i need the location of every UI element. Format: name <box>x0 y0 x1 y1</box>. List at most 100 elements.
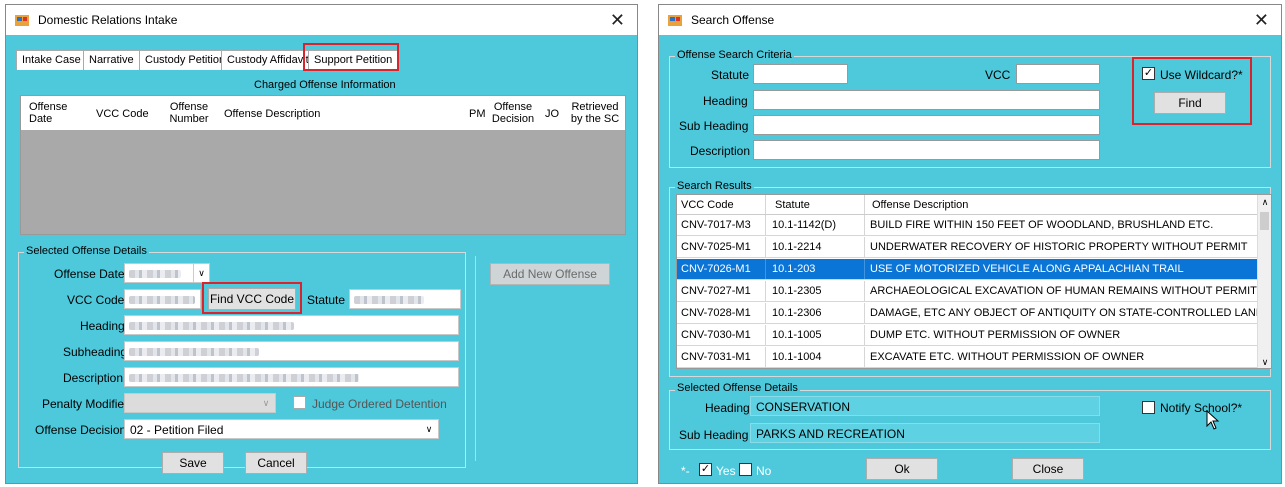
results-body: CNV-7017-M3 10.1-1142(D) BUILD FIRE WITHIN… <box>677 215 1264 368</box>
use-wildcard-checkbox[interactable]: ✓ <box>1142 67 1155 80</box>
find-button[interactable]: Find <box>1154 92 1226 114</box>
cell-vcc-code: CNV-7025-M1 <box>681 241 751 253</box>
col-pm[interactable]: PM <box>469 108 486 120</box>
statute-input[interactable] <box>753 64 848 84</box>
app-icon <box>14 12 30 28</box>
vcc-input[interactable] <box>1016 64 1100 84</box>
cell-offense-description: BUILD FIRE WITHIN 150 FEET OF WOODLAND, … <box>870 219 1214 231</box>
statute-label: Statute <box>307 293 346 307</box>
selected-heading-label: Heading <box>705 401 750 415</box>
offense-decision-select[interactable]: 02 - Petition Filed ∨ <box>124 419 439 439</box>
offense-date-picker[interactable]: ∨ <box>124 263 210 283</box>
description-input[interactable] <box>753 140 1100 160</box>
col-offense-date[interactable]: Offense Date <box>29 101 69 125</box>
results-scrollbar[interactable]: ∧ ∨ <box>1257 195 1271 368</box>
window-title: Search Offense <box>691 13 775 27</box>
cell-statute: 10.1-1004 <box>772 351 822 363</box>
notify-school-label: Notify School?* <box>1160 401 1243 415</box>
table-row[interactable]: CNV-7017-M3 10.1-1142(D) BUILD FIRE WITHIN… <box>677 215 1259 236</box>
cell-offense-description: DAMAGE, ETC ANY OBJECT OF ANTIQUITY ON S… <box>870 307 1264 319</box>
tab-custody-affidavit[interactable]: Custody Affidavit <box>221 50 315 70</box>
table-row[interactable]: CNV-7026-M1 10.1-203 USE OF MOTORIZED VEHI… <box>677 259 1259 280</box>
table-row[interactable]: CNV-7028-M1 10.1-2306 DAMAGE, ETC ANY OBJE… <box>677 303 1264 324</box>
table-row[interactable]: CNV-7027-M1 10.1-2305 ARCHAEOLOGICAL EXCAV… <box>677 281 1259 302</box>
legend-no-checkbox <box>739 463 752 476</box>
close-icon[interactable]: ✕ <box>1254 10 1269 31</box>
ok-button[interactable]: Ok <box>866 458 938 480</box>
close-button[interactable]: Close <box>1012 458 1084 480</box>
table-row[interactable]: CNV-7030-M1 10.1-1005 DUMP ETC. WITHOUT PE… <box>677 325 1259 346</box>
vcc-code-field[interactable] <box>124 289 201 309</box>
save-button[interactable]: Save <box>162 452 224 474</box>
scroll-up-icon[interactable]: ∧ <box>1258 197 1271 208</box>
description-label: Description <box>690 144 751 158</box>
cell-vcc-code: CNV-7027-M1 <box>681 285 751 297</box>
chevron-down-icon: ∨ <box>425 424 433 434</box>
grid-header: Offense Date VCC Code Offense Number Off… <box>21 96 625 130</box>
sub-heading-label: Sub Heading <box>679 119 749 133</box>
window-title: Domestic Relations Intake <box>38 13 178 27</box>
grid-title: Charged Offense Information <box>254 79 396 91</box>
domestic-relations-intake-window: Domestic Relations Intake ✕ Intake Case … <box>5 4 638 484</box>
penalty-modifier-label: Penalty Modifier <box>42 397 129 411</box>
statute-field[interactable] <box>349 289 461 309</box>
cell-offense-description: USE OF MOTORIZED VEHICLE ALONG APPALACHI… <box>870 263 1184 275</box>
close-icon[interactable]: ✕ <box>610 10 625 31</box>
offense-decision-value: 02 - Petition Filed <box>130 423 224 437</box>
col-offense-number[interactable]: Offense Number <box>168 101 210 125</box>
charged-offense-grid[interactable]: Offense Date VCC Code Offense Number Off… <box>20 95 626 235</box>
results-header: VCC Code Statute Offense Description <box>677 195 1259 215</box>
col-retrieved-by-sc[interactable]: Retrieved by the SC <box>567 101 623 125</box>
app-icon <box>667 12 683 28</box>
legend-yes-label: Yes <box>716 464 736 478</box>
subheading-field[interactable] <box>124 341 459 361</box>
scroll-thumb[interactable] <box>1260 212 1269 230</box>
offense-search-criteria-label: Offense Search Criteria <box>675 49 794 61</box>
sub-heading-input[interactable] <box>753 115 1100 135</box>
support-petition-highlight <box>303 43 399 71</box>
vcc-code-label: VCC Code <box>67 293 125 307</box>
cell-statute: 10.1-1142(D) <box>772 219 836 231</box>
use-wildcard-label: Use Wildcard?* <box>1160 68 1243 82</box>
selected-offense-details-label: Selected Offense Details <box>675 382 800 394</box>
judge-ordered-detention-checkbox[interactable] <box>293 396 306 409</box>
selected-sub-heading-field: PARKS AND RECREATION <box>750 423 1100 443</box>
selected-offense-details-label: Selected Offense Details <box>24 245 149 257</box>
col-offense-decision[interactable]: Offense Decision <box>491 101 535 125</box>
cell-vcc-code: CNV-7017-M3 <box>681 219 751 231</box>
col-vcc-code[interactable]: VCC Code <box>96 108 149 120</box>
offense-decision-label: Offense Decision <box>35 423 127 437</box>
cancel-button[interactable]: Cancel <box>245 452 307 474</box>
col-vcc-code[interactable]: VCC Code <box>681 199 734 211</box>
add-new-offense-button[interactable]: Add New Offense <box>490 263 610 285</box>
col-offense-description[interactable]: Offense Description <box>224 108 320 120</box>
penalty-modifier-select[interactable]: ∨ <box>124 393 276 413</box>
vertical-divider <box>475 256 476 461</box>
heading-field[interactable] <box>124 315 459 335</box>
notify-school-checkbox[interactable] <box>1142 401 1155 414</box>
title-bar: Domestic Relations Intake ✕ <box>6 5 637 35</box>
heading-input[interactable] <box>753 90 1100 110</box>
legend-yes-checkbox: ✓ <box>699 463 712 476</box>
col-jo[interactable]: JO <box>545 108 559 120</box>
selected-sub-heading-label: Sub Heading <box>679 428 749 442</box>
table-row[interactable]: CNV-7025-M1 10.1-2214 UNDERWATER RECOVERY … <box>677 237 1259 258</box>
tab-intake-case[interactable]: Intake Case <box>16 50 87 70</box>
tab-custody-petition[interactable]: Custody Petition <box>139 50 232 70</box>
search-results-grid[interactable]: VCC Code Statute Offense Description CNV… <box>676 194 1272 369</box>
cell-vcc-code: CNV-7030-M1 <box>681 329 751 341</box>
tab-narrative[interactable]: Narrative <box>83 50 140 70</box>
col-offense-description[interactable]: Offense Description <box>872 199 968 211</box>
cell-statute: 10.1-2306 <box>772 307 822 319</box>
vcc-label: VCC <box>985 68 1011 82</box>
selected-sub-heading-value: PARKS AND RECREATION <box>756 427 905 441</box>
col-statute[interactable]: Statute <box>775 199 810 211</box>
cell-offense-description: EXCAVATE ETC. WITHOUT PERMISSION OF OWNE… <box>870 351 1145 363</box>
title-bar: Search Offense ✕ <box>659 5 1281 35</box>
chevron-down-icon[interactable]: ∨ <box>193 264 209 282</box>
legend-star: *- <box>681 464 690 478</box>
description-field[interactable] <box>124 367 459 387</box>
table-row[interactable]: CNV-7031-M1 10.1-1004 EXCAVATE ETC. WITHOU… <box>677 347 1259 368</box>
scroll-down-icon[interactable]: ∨ <box>1258 357 1271 368</box>
heading-label: Heading <box>80 319 125 333</box>
